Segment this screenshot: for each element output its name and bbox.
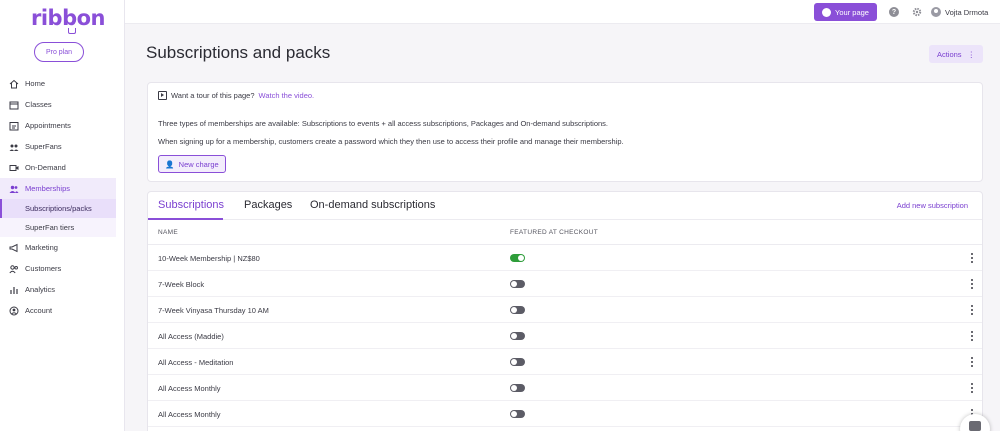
sidebar-item-marketing[interactable]: Marketing (0, 237, 125, 258)
row-name: 7-Week Vinyasa Thursday 10 AM (158, 306, 269, 315)
row-menu-icon[interactable] (970, 253, 974, 263)
row-menu-icon[interactable] (970, 331, 974, 341)
user-name[interactable]: Vojta Drmota (945, 8, 988, 17)
sidebar-item-label: Account (25, 306, 53, 315)
sidebar-item-analytics[interactable]: Analytics (0, 279, 125, 300)
row-menu-icon[interactable] (970, 305, 974, 315)
help-icon[interactable]: ? (889, 7, 899, 17)
featured-toggle[interactable] (510, 410, 525, 418)
tab-on-demand-subscriptions[interactable]: On-demand subscriptions (310, 199, 435, 211)
table-row[interactable]: All Access Monthly (148, 401, 982, 427)
gear-icon[interactable] (912, 7, 922, 17)
tour-text: Want a tour of this page? (171, 91, 255, 100)
table-row[interactable]: 10-Week Membership | NZ$80 (148, 245, 982, 271)
account-icon (9, 306, 19, 316)
row-menu-icon[interactable] (970, 279, 974, 289)
globe-icon (822, 7, 832, 17)
active-tab-indicator (148, 218, 223, 220)
calendar-icon (9, 100, 19, 110)
sidebar-item-label: Memberships (25, 184, 71, 193)
info-text: When signing up for a membership, custom… (158, 137, 624, 146)
sidebar-item-account[interactable]: Account (0, 300, 125, 321)
members-icon (9, 184, 19, 194)
chat-widget-icon[interactable] (960, 414, 990, 431)
row-name: All Access (Maddie) (158, 332, 224, 341)
table-row[interactable]: All Access Monthly (148, 375, 982, 401)
tab-packages[interactable]: Packages (244, 199, 292, 211)
ribbon-logo[interactable]: ribbon (31, 6, 106, 30)
info-text: Three types of memberships are available… (158, 119, 609, 128)
sidebar-item-label: Customers (25, 264, 62, 273)
your-page-button[interactable]: Your page (814, 3, 877, 21)
sidebar-item-on-demand[interactable]: On-Demand (0, 157, 125, 178)
ribbon-logo-mark (68, 28, 76, 34)
sidebar-subitem-subscriptions[interactable]: Subscriptions/packs (0, 199, 116, 218)
featured-toggle[interactable] (510, 280, 525, 288)
analytics-icon (9, 285, 19, 295)
home-icon (9, 79, 19, 89)
actions-label: Actions (936, 49, 962, 59)
sidebar-item-classes[interactable]: Classes (0, 94, 125, 115)
sidebar-item-label: Home (25, 79, 46, 88)
row-name: 7-Week Block (158, 280, 205, 289)
sidebar-nav: Home Classes Appointments SuperFans On-D… (0, 73, 125, 321)
row-name: All Access - Meditation (158, 358, 234, 367)
sidebar-item-label: Appointments (25, 121, 71, 130)
appointments-icon (9, 121, 19, 131)
column-header-featured[interactable]: FEATURED AT CHECKOUT (510, 229, 598, 236)
column-header-name[interactable]: NAME (158, 229, 178, 236)
sidebar-subitem-superfan-tiers[interactable]: SuperFan tiers (0, 218, 116, 237)
table-row[interactable]: 7-Week Vinyasa Thursday 10 AM (148, 297, 982, 323)
featured-toggle[interactable] (510, 358, 525, 366)
user-plus-icon: 👤 (165, 159, 175, 169)
your-page-label: Your page (835, 7, 869, 17)
sidebar-item-superfans[interactable]: SuperFans (0, 136, 125, 157)
actions-button[interactable]: Actions ⋮ (929, 45, 983, 63)
sidebar-item-label: Analytics (25, 285, 56, 294)
new-charge-label: New charge (178, 159, 219, 169)
watch-video-link[interactable]: Watch the video. (259, 91, 315, 100)
avatar[interactable] (931, 7, 941, 17)
row-name: All Access Monthly (158, 384, 221, 393)
sidebar: ribbon Pro plan Home Classes Appointment… (0, 0, 125, 431)
featured-toggle[interactable] (510, 332, 525, 340)
table-row[interactable]: All Access (Maddie) (148, 323, 982, 349)
subscriptions-table: Subscriptions Packages On-demand subscri… (147, 191, 983, 431)
sidebar-item-label: SuperFans (25, 142, 62, 151)
page-title: Subscriptions and packs (146, 43, 331, 62)
customers-icon (9, 264, 19, 274)
tour-line: Want a tour of this page? Watch the vide… (158, 91, 314, 100)
sidebar-item-appointments[interactable]: Appointments (0, 115, 125, 136)
sidebar-item-label: Classes (25, 100, 52, 109)
info-card: Want a tour of this page? Watch the vide… (147, 82, 983, 182)
pro-plan-button[interactable]: Pro plan (34, 42, 84, 62)
sidebar-item-memberships[interactable]: Memberships (0, 178, 116, 199)
megaphone-icon (9, 243, 19, 253)
row-name: All Access Monthly (158, 410, 221, 419)
add-new-subscription-link[interactable]: Add new subscription (897, 201, 968, 210)
video-icon (158, 91, 167, 100)
sidebar-item-customers[interactable]: Customers (0, 258, 125, 279)
row-menu-icon[interactable] (970, 383, 974, 393)
tab-bar: Subscriptions Packages On-demand subscri… (148, 192, 982, 220)
sidebar-item-home[interactable]: Home (0, 73, 125, 94)
featured-toggle[interactable] (510, 254, 525, 262)
table-row[interactable]: All Access - Meditation (148, 349, 982, 375)
video-icon (9, 163, 19, 173)
new-charge-button[interactable]: 👤 New charge (158, 155, 226, 173)
tab-subscriptions[interactable]: Subscriptions (158, 199, 224, 211)
featured-toggle[interactable] (510, 384, 525, 392)
sidebar-item-label: Marketing (25, 243, 58, 252)
sidebar-item-label: On-Demand (25, 163, 66, 172)
featured-toggle[interactable] (510, 306, 525, 314)
row-name: 10-Week Membership | NZ$80 (158, 254, 260, 263)
row-menu-icon[interactable] (970, 357, 974, 367)
kebab-icon: ⋮ (967, 49, 976, 59)
superfans-icon (9, 142, 19, 152)
table-row[interactable]: 7-Week Block (148, 271, 982, 297)
